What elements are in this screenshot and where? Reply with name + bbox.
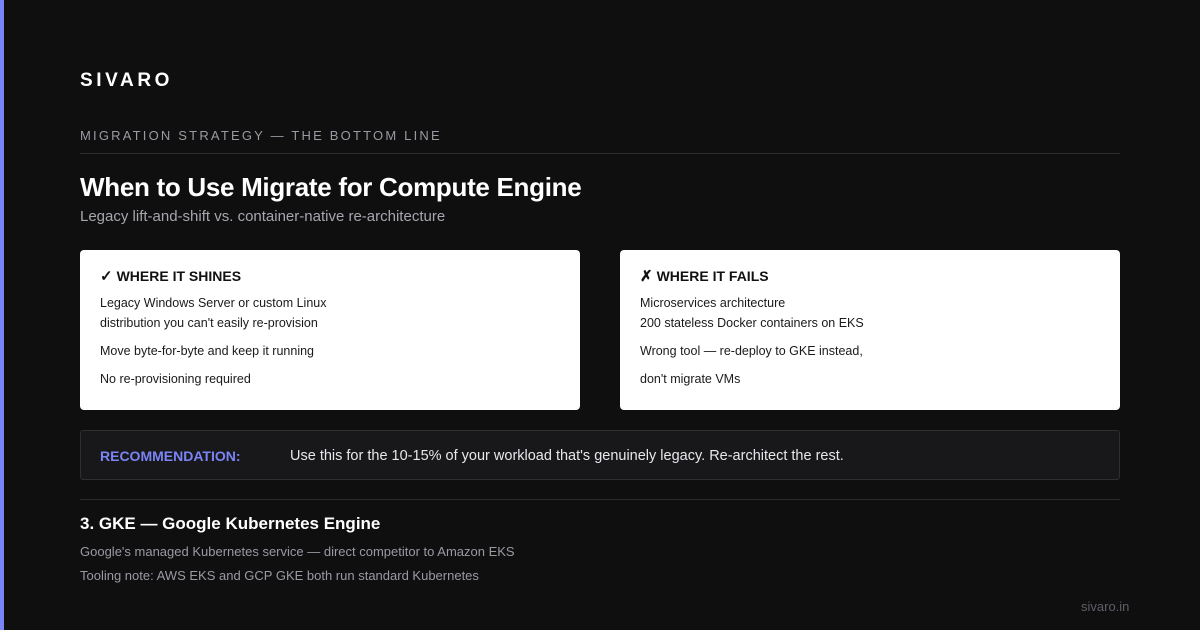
card-line: distribution you can't easily re-provisi… bbox=[100, 316, 318, 330]
cross-icon: ✗ bbox=[640, 268, 653, 285]
footer-url: sivaro.in bbox=[1081, 599, 1130, 614]
card-line: 200 stateless Docker containers on EKS bbox=[640, 316, 864, 330]
page-subtitle: Legacy lift-and-shift vs. container-nati… bbox=[80, 208, 446, 225]
card-line: Legacy Windows Server or custom Linux bbox=[100, 296, 327, 310]
card-line: Wrong tool — re-deploy to GKE instead, bbox=[640, 344, 863, 358]
check-icon: ✓ bbox=[100, 268, 113, 285]
accent-bar bbox=[0, 0, 4, 630]
card-heading: ✓ WHERE IT SHINES bbox=[100, 267, 241, 285]
card-line: Move byte-for-byte and keep it running bbox=[100, 344, 315, 358]
section-heading: 3. GKE — Google Kubernetes Engine bbox=[80, 514, 381, 533]
section-line: Google's managed Kubernetes service — di… bbox=[80, 544, 515, 559]
divider bbox=[80, 499, 1120, 500]
card-heading-label: WHERE IT SHINES bbox=[116, 268, 242, 284]
section-line: Tooling note: AWS EKS and GCP GKE both r… bbox=[80, 568, 479, 583]
page-title: When to Use Migrate for Compute Engine bbox=[80, 172, 582, 202]
where-it-shines-card: ✓ WHERE IT SHINES Legacy Windows Server … bbox=[80, 250, 580, 410]
card-line: Microservices architecture bbox=[640, 296, 786, 310]
recommendation-box: RECOMMENDATION: Use this for the 10-15% … bbox=[80, 430, 1120, 480]
eyebrow-label: MIGRATION STRATEGY — THE BOTTOM LINE bbox=[80, 128, 442, 143]
card-heading-label: WHERE IT FAILS bbox=[656, 268, 769, 284]
card-heading: ✗ WHERE IT FAILS bbox=[640, 267, 769, 285]
card-line: don't migrate VMs bbox=[640, 372, 741, 386]
recommendation-label: RECOMMENDATION: bbox=[100, 448, 241, 464]
where-it-fails-card: ✗ WHERE IT FAILS Microservices architect… bbox=[620, 250, 1120, 410]
divider bbox=[80, 153, 1120, 154]
card-line: No re-provisioning required bbox=[100, 372, 251, 386]
brand-logo: SIVARO bbox=[80, 70, 174, 91]
recommendation-text: Use this for the 10-15% of your workload… bbox=[290, 448, 844, 464]
